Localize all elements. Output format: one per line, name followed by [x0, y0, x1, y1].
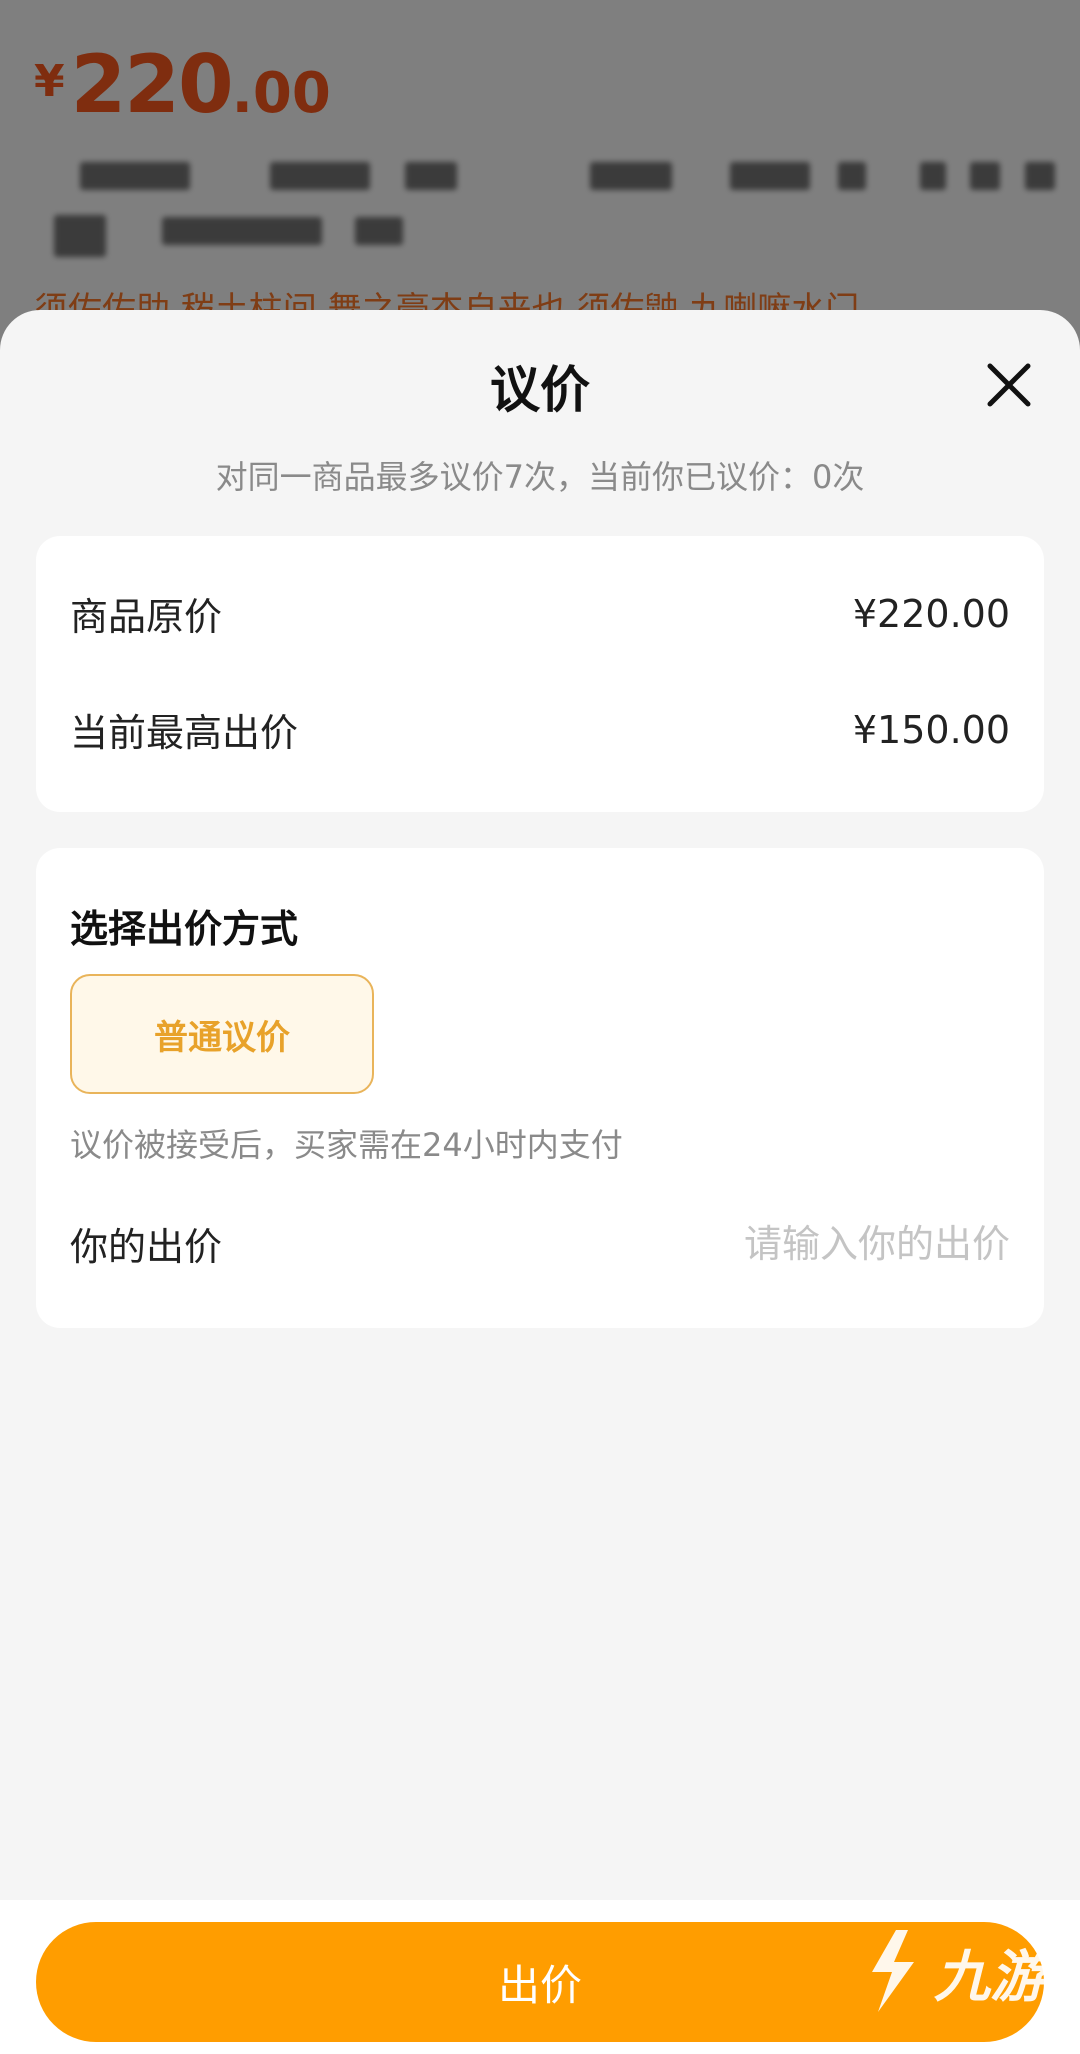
watermark-logo-icon — [872, 1930, 914, 2012]
your-bid-row: 你的出价 — [70, 1216, 1010, 1271]
original-price-row: 商品原价 ¥220.00 — [70, 586, 1010, 641]
modal-overlay[interactable] — [0, 0, 1080, 330]
close-icon[interactable] — [982, 358, 1036, 412]
watermark-logo: 九游 — [856, 1924, 1046, 2020]
normal-bargain-option[interactable]: 普通议价 — [70, 974, 374, 1094]
your-bid-label: 你的出价 — [70, 1225, 223, 1269]
bid-method-card: 选择出价方式 普通议价 议价被接受后，买家需在24小时内支付 你的出价 — [36, 848, 1044, 1328]
highest-bid-label: 当前最高出价 — [70, 711, 299, 755]
footer-bar: 出价 九游 — [0, 1900, 1080, 2054]
watermark-text: 九游 — [934, 1944, 1046, 2010]
highest-bid-row: 当前最高出价 ¥150.00 — [70, 702, 1010, 757]
bid-method-title: 选择出价方式 — [70, 907, 299, 951]
bargain-sheet: 议价 对同一商品最多议价7次，当前你已议价：0次 商品原价 ¥220.00 当前… — [0, 310, 1080, 2054]
payment-hint: 议价被接受后，买家需在24小时内支付 — [70, 1126, 623, 1164]
sheet-title: 议价 — [490, 361, 590, 419]
price-info-card: 商品原价 ¥220.00 当前最高出价 ¥150.00 — [36, 536, 1044, 812]
highest-bid-value: ¥150.00 — [852, 707, 1010, 752]
original-price-label: 商品原价 — [70, 595, 223, 639]
bid-amount-input[interactable] — [590, 1221, 1010, 1266]
bargain-limit-note: 对同一商品最多议价7次，当前你已议价：0次 — [215, 458, 865, 496]
original-price-value: ¥220.00 — [852, 591, 1010, 636]
